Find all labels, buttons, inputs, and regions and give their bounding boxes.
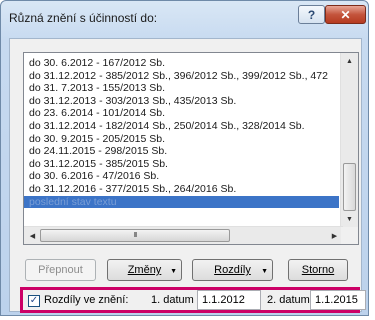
- date1-input[interactable]: 1.1.2012: [197, 290, 261, 310]
- date2-input[interactable]: 1.1.2015: [310, 290, 366, 310]
- title-bar[interactable]: Různá znění s účinností do: ? ✕: [1, 1, 368, 31]
- prepnout-label: Přepnout: [38, 264, 83, 276]
- grip-icon: III: [133, 232, 138, 239]
- list-item[interactable]: poslední stav textu: [24, 195, 339, 209]
- scrollbar-corner: [341, 227, 358, 244]
- horizontal-scrollbar[interactable]: ◀ III ▶: [24, 226, 343, 244]
- close-button[interactable]: ✕: [325, 5, 366, 24]
- rozdily-label: Rozdíly: [214, 264, 251, 276]
- differences-options-panel: ✓ Rozdíly ve znění: 1. datum 1.1.2012 2.…: [20, 287, 366, 313]
- list-item[interactable]: do 24.11.2015 - 298/2015 Sb.: [24, 145, 339, 158]
- list-item[interactable]: do 31.12.2015 - 385/2015 Sb.: [24, 158, 339, 171]
- rozdily-button[interactable]: Rozdíly ▼: [192, 259, 273, 281]
- list-item[interactable]: do 30. 9.2015 - 205/2015 Sb.: [24, 133, 339, 146]
- storno-label: Storno: [301, 264, 335, 276]
- list-item[interactable]: do 31.12.2013 - 303/2013 Sb., 435/2013 S…: [24, 95, 339, 108]
- version-list: do 30. 6.2012 - 167/2012 Sb. do 31.12.201…: [24, 57, 339, 219]
- storno-button[interactable]: Storno: [288, 259, 348, 281]
- zmeny-button[interactable]: Změny ▼: [107, 259, 182, 281]
- list-item[interactable]: do 30. 6.2012 - 167/2012 Sb.: [24, 57, 339, 70]
- dropdown-arrow-icon: ▼: [170, 268, 177, 275]
- scroll-up-icon[interactable]: ▲: [341, 53, 358, 70]
- close-icon: ✕: [340, 7, 351, 22]
- window-title: Různá znění s účinností do:: [9, 11, 158, 25]
- differences-label: Rozdíly ve znění:: [44, 294, 129, 306]
- list-item[interactable]: do 23. 6.2014 - 101/2014 Sb.: [24, 107, 339, 120]
- date2-label: 2. datum: [267, 294, 310, 306]
- date1-label: 1. datum: [151, 294, 194, 306]
- dialog-client-area: do 30. 6.2012 - 167/2012 Sb. do 31.12.201…: [9, 38, 366, 313]
- vertical-scrollbar[interactable]: ▲ ▼: [340, 53, 358, 228]
- vertical-scroll-thumb[interactable]: [343, 163, 356, 211]
- scroll-down-icon[interactable]: ▼: [341, 211, 358, 228]
- list-item[interactable]: do 31. 7.2013 - 155/2013 Sb.: [24, 82, 339, 95]
- question-icon: ?: [307, 7, 316, 22]
- list-item[interactable]: do 30. 6.2016 - 47/2016 Sb.: [24, 170, 339, 183]
- dropdown-arrow-icon: ▼: [261, 268, 268, 275]
- scroll-left-icon[interactable]: ◀: [24, 227, 41, 244]
- list-item[interactable]: do 31.12.2012 - 385/2012 Sb., 396/2012 S…: [24, 70, 339, 83]
- dialog-window: Různá znění s účinností do: ? ✕ do 30. 6…: [0, 0, 369, 316]
- list-item[interactable]: do 31.12.2014 - 182/2014 Sb., 250/2014 S…: [24, 120, 339, 133]
- checkmark-icon: ✓: [29, 295, 39, 306]
- prepnout-button[interactable]: Přepnout: [25, 259, 96, 281]
- list-item[interactable]: do 31.12.2016 - 377/2015 Sb., 264/2016 S…: [24, 183, 339, 196]
- zmeny-label: Změny: [127, 264, 162, 276]
- horizontal-scroll-thumb[interactable]: III: [40, 229, 230, 242]
- differences-checkbox[interactable]: ✓: [28, 295, 40, 307]
- version-listbox[interactable]: do 30. 6.2012 - 167/2012 Sb. do 31.12.201…: [23, 52, 359, 245]
- help-button[interactable]: ?: [298, 5, 325, 24]
